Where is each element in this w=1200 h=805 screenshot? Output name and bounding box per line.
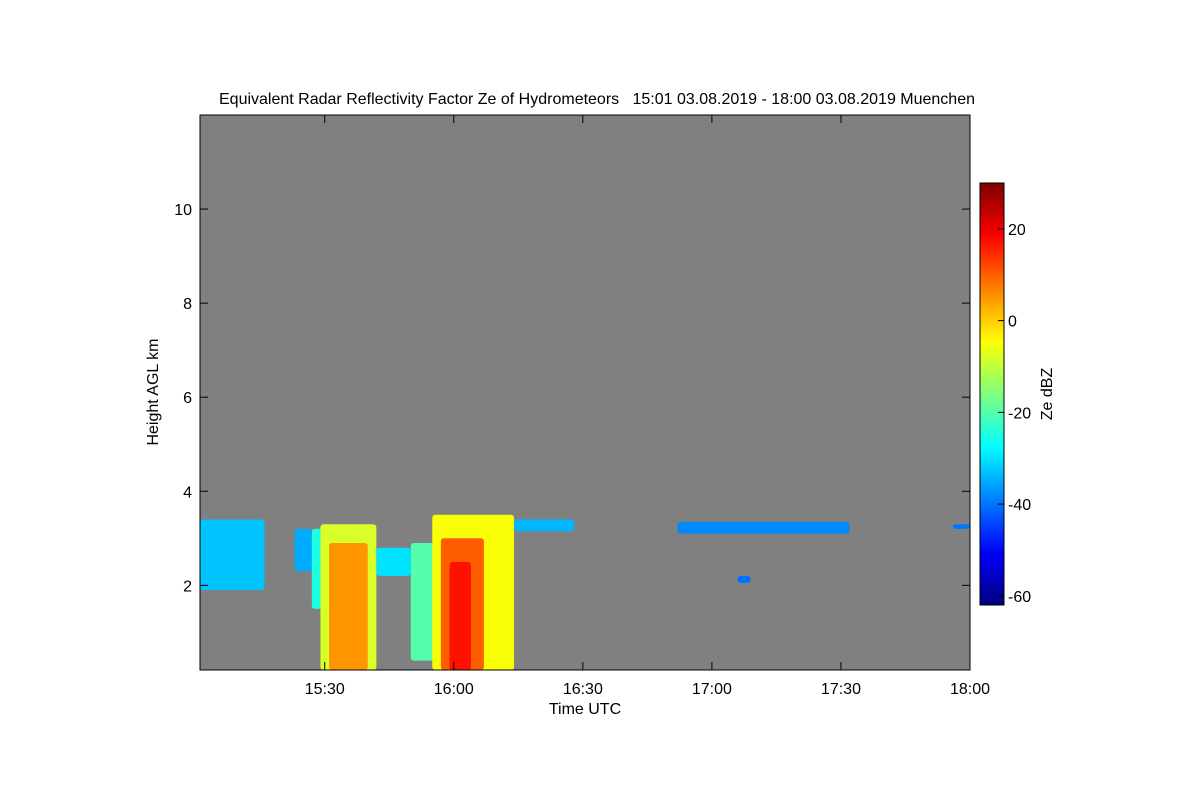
reflectivity-region: [200, 519, 265, 591]
reflectivity-region: [376, 547, 411, 576]
x-axis-label: Time UTC: [549, 701, 621, 718]
x-tick-label: 16:00: [434, 681, 474, 698]
y-tick-label: 10: [174, 202, 192, 219]
chart-title: Equivalent Radar Reflectivity Factor Ze …: [219, 91, 975, 108]
colorbar-tick-label: 0: [1008, 314, 1017, 331]
reflectivity-region: [952, 524, 970, 529]
colorbar-tick-label: -20: [1008, 405, 1031, 422]
y-tick-label: 4: [183, 484, 192, 501]
x-tick-label: 17:30: [821, 681, 861, 698]
reflectivity-region: [449, 561, 472, 670]
colorbar: [979, 182, 1005, 606]
chart-svg: Equivalent Radar Reflectivity Factor Ze …: [145, 91, 1056, 718]
y-tick-label: 6: [183, 390, 192, 407]
reflectivity-region: [329, 543, 368, 670]
y-tick-label: 8: [183, 296, 192, 313]
colorbar-label: Ze dBZ: [1039, 368, 1056, 421]
reflectivity-region: [294, 528, 312, 572]
reflectivity-region: [737, 575, 751, 583]
x-tick-label: 18:00: [950, 681, 990, 698]
colorbar-tick-label: 20: [1008, 222, 1026, 239]
reflectivity-region: [677, 521, 850, 534]
x-tick-label: 17:00: [692, 681, 732, 698]
x-tick-label: 16:30: [563, 681, 603, 698]
y-tick-label: 2: [183, 578, 192, 595]
y-axis-label: Height AGL km: [145, 338, 162, 445]
colorbar-tick-label: -40: [1008, 497, 1031, 514]
x-tick-label: 15:30: [305, 681, 345, 698]
reflectivity-region: [514, 519, 575, 532]
colorbar-tick-label: -60: [1008, 589, 1031, 606]
radar-chart: Equivalent Radar Reflectivity Factor Ze …: [0, 0, 1200, 800]
